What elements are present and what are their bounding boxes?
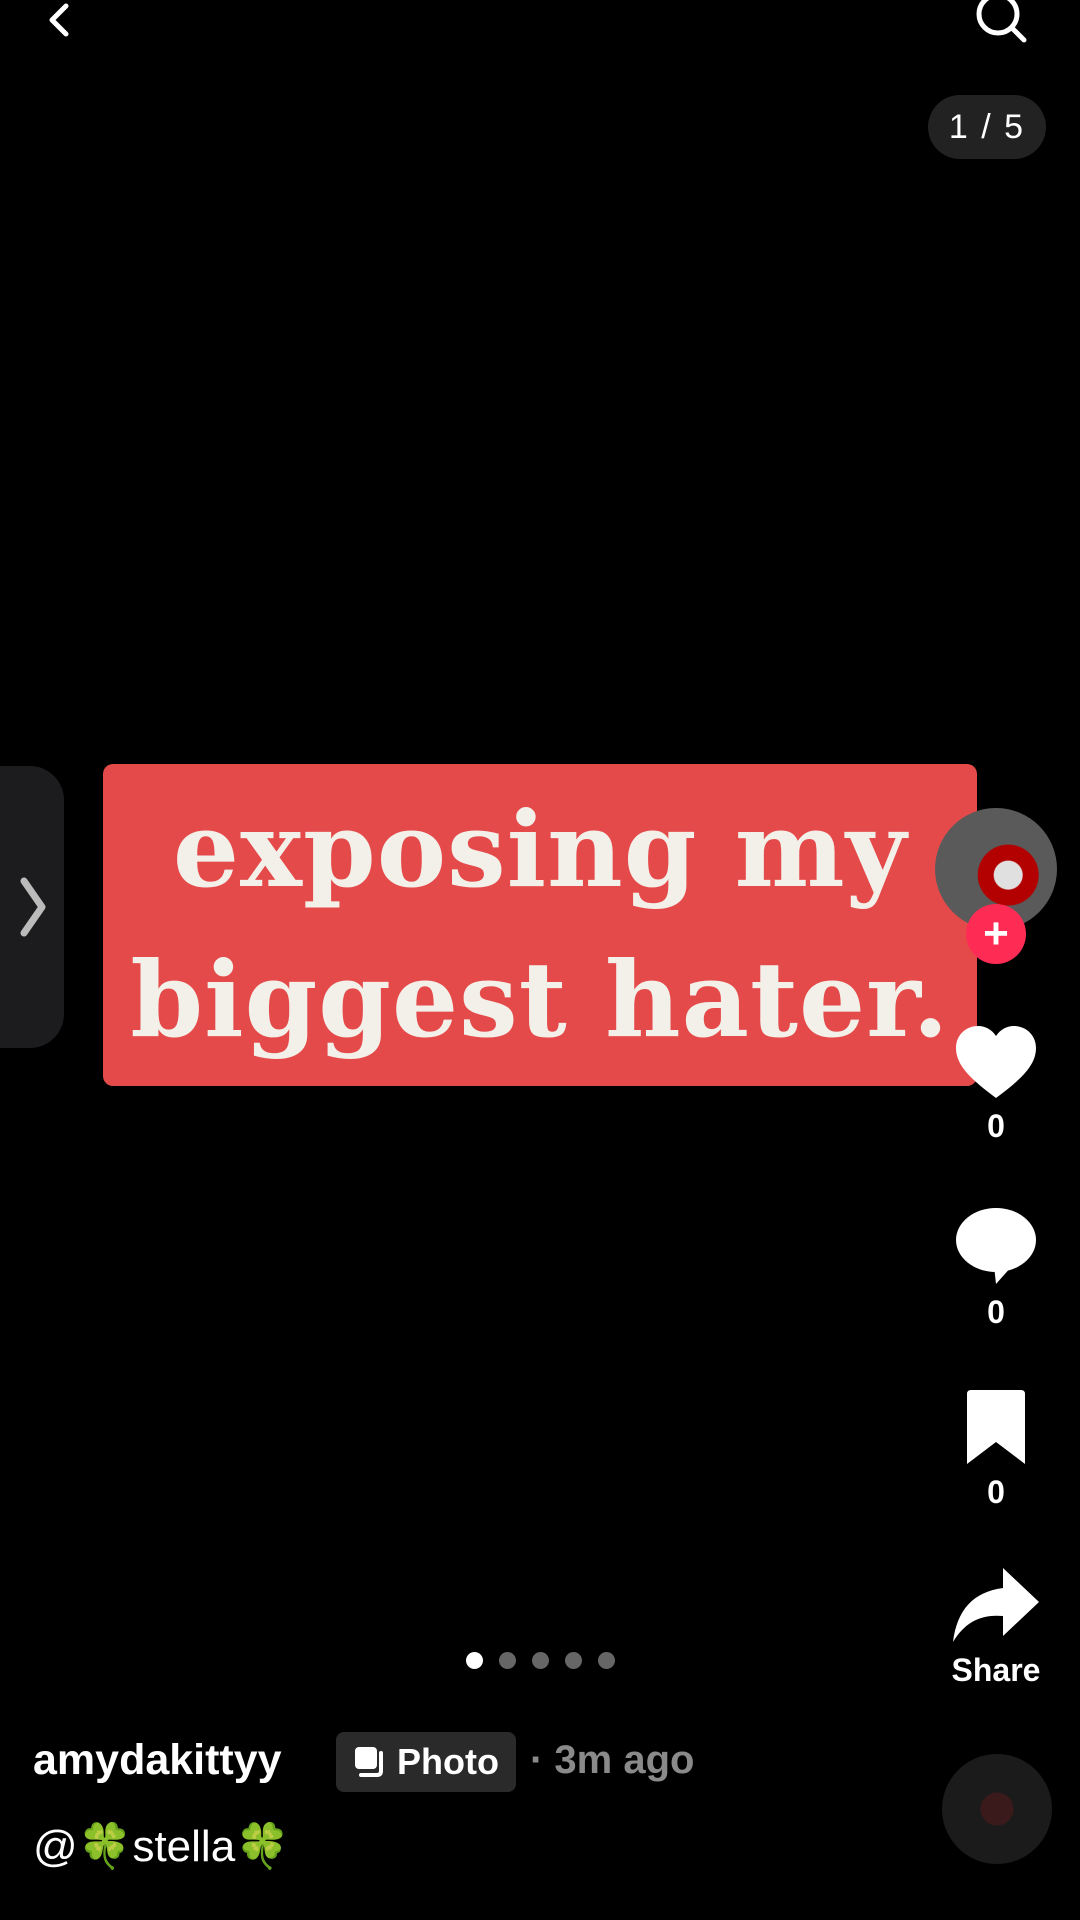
heart-icon [956,1026,1036,1098]
save-count: 0 [987,1474,1005,1510]
pagination-dot[interactable] [466,1652,483,1669]
pagination-dot[interactable] [598,1652,615,1669]
pagination-dot[interactable] [532,1652,549,1669]
pagination-dot[interactable] [499,1652,516,1669]
like-count: 0 [987,1108,1005,1144]
comment-button[interactable]: 0 [950,1206,1042,1331]
slide-counter: 1 / 5 [928,95,1046,159]
back-button[interactable] [38,0,82,44]
share-button[interactable]: Share [936,1566,1056,1689]
share-label: Share [951,1652,1041,1688]
pagination-dot[interactable] [565,1652,582,1669]
username[interactable]: amydakittyy [33,1736,282,1785]
chevron-right-icon [20,877,46,937]
like-button[interactable]: 0 [950,1024,1042,1145]
banner-line-2: biggest hater. [130,938,950,1061]
photo-stack-icon [355,1747,383,1777]
post-banner: exposing my biggest hater. [103,764,977,1086]
post-time: · 3m ago [530,1738,695,1782]
search-icon [976,0,1027,43]
save-button[interactable]: 0 [950,1390,1042,1511]
music-disc[interactable] [942,1754,1052,1864]
banner-line-1: exposing my [172,788,908,911]
follow-button[interactable]: + [966,904,1026,964]
bookmark-icon [967,1390,1025,1464]
photo-badge: Photo [336,1732,516,1792]
search-button[interactable] [972,0,1032,44]
photo-badge-label: Photo [397,1741,499,1782]
share-arrow-icon [953,1568,1039,1642]
slide-pagination [466,1652,615,1669]
comment-icon [956,1208,1036,1284]
comment-count: 0 [987,1294,1005,1330]
chevron-left-icon [49,3,69,37]
creator-avatar-group: + [935,808,1059,964]
post-caption[interactable]: @🍀stella🍀 [33,1820,290,1872]
side-panel-tab[interactable] [0,766,64,1048]
